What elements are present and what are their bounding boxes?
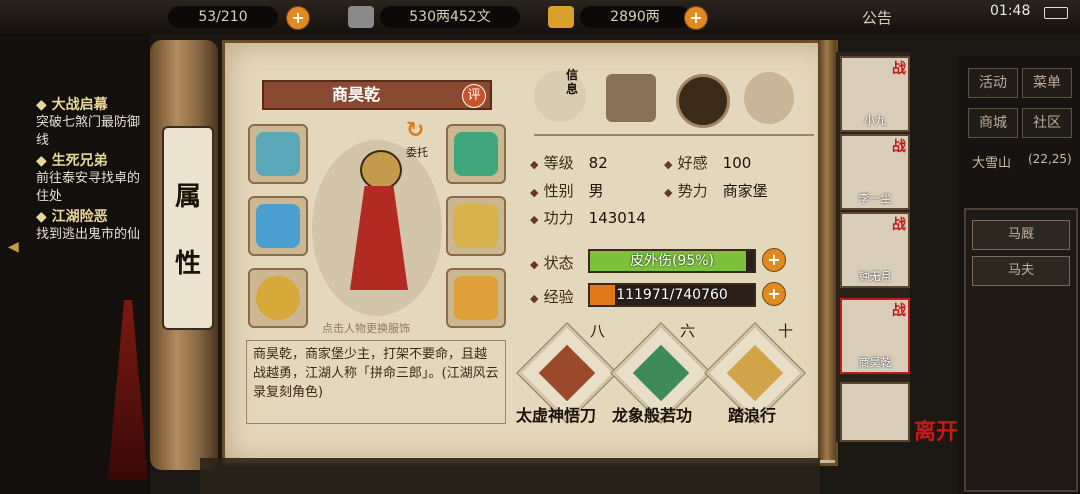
roster-member[interactable]	[840, 382, 910, 442]
diamond-icon: ◆	[530, 186, 539, 199]
skill-name: 龙象般若功	[612, 406, 693, 425]
change-outfit-hint: 点击人物更换服饰	[322, 322, 410, 335]
stat-power: ◆ 功力 143014	[530, 209, 646, 227]
silver-icon	[348, 6, 374, 28]
menu-community-button[interactable]: 社区	[1022, 108, 1072, 138]
stat-level: ◆ 等级 82	[530, 154, 608, 172]
equip-slot-neck[interactable]	[446, 124, 506, 184]
name-banner: 商昊乾 评	[262, 80, 492, 110]
bio-text: 商昊乾，商家堡少主，打架不要命，且越战越勇，江湖人称「拼命三郎」。(江湖风云录复…	[253, 347, 499, 400]
party-roster: 战 小九 战 李一尘 战 钟无月 战 商昊乾	[836, 52, 910, 442]
blade-book-icon	[538, 344, 596, 402]
bagua-tab-icon[interactable]	[676, 74, 730, 128]
character-name: 商昊乾	[331, 85, 380, 104]
collapse-arrow-icon[interactable]: ◀	[8, 239, 19, 255]
diamond-icon: ◆	[36, 153, 52, 169]
tab-attributes[interactable]: 属 性	[162, 126, 214, 330]
skill-level: 八	[590, 322, 606, 340]
stat-favor: ◆ 好感 100	[664, 154, 752, 172]
diamond-icon: ◆	[664, 158, 673, 171]
diamond-icon: ◆	[530, 158, 539, 171]
top-bar: 53/210 + 530两452文 2890两 + 公告 01:48	[0, 0, 1080, 34]
money-display: 530两452文	[380, 6, 520, 28]
scarf-icon	[454, 132, 498, 176]
status-plus-button[interactable]: +	[762, 248, 786, 272]
location-name: 大雪山	[972, 156, 1012, 171]
leave-button[interactable]: 离开	[914, 414, 958, 446]
diamond-icon: ◆	[36, 209, 52, 225]
entrust-icon[interactable]: ↻	[406, 118, 424, 143]
bag-plus-button[interactable]: +	[286, 6, 310, 30]
skill-level: 十	[778, 322, 794, 340]
stat-gender: ◆ 性别 男	[530, 182, 604, 200]
armor-icon	[632, 344, 690, 402]
meridian-tab-icon[interactable]	[744, 72, 794, 124]
ring-icon	[256, 276, 300, 320]
quest-item[interactable]: ◆ 江湖险恶 找到逃出鬼市的仙	[36, 206, 148, 244]
tab-info-label: 信息	[566, 68, 579, 96]
diamond-icon: ◆	[36, 97, 52, 113]
roster-member[interactable]: 战 李一尘	[840, 134, 910, 210]
stat-faction: ◆ 势力 商家堡	[664, 182, 768, 200]
diamond-icon: ◆	[664, 186, 673, 199]
gold-icon	[548, 6, 574, 28]
menu-main-button[interactable]: 菜单	[1022, 68, 1072, 98]
scroll-book-icon	[726, 344, 784, 402]
skill-name: 踏浪行	[728, 406, 777, 425]
quest-item[interactable]: ◆ 生死兄弟 前往泰安寻找卓的住处	[36, 150, 148, 206]
rate-badge-button[interactable]: 评	[462, 84, 486, 108]
list-item[interactable]: 马厩	[972, 220, 1070, 250]
menu-shop-button[interactable]: 商城	[968, 108, 1018, 138]
diamond-icon: ◆	[530, 213, 539, 226]
equip-slot-weapon[interactable]	[248, 196, 308, 256]
status-bar: 皮外伤(95%)	[588, 249, 756, 273]
gold-plus-button[interactable]: +	[684, 6, 708, 30]
diamond-icon: ◆	[530, 292, 539, 305]
equip-slot-armor[interactable]	[446, 196, 506, 256]
character-head	[360, 150, 402, 190]
skill-level: 六	[680, 322, 696, 340]
npc-list: 马厩 马夫	[964, 208, 1078, 492]
battery-icon	[1044, 7, 1068, 19]
roster-member[interactable]: 战 小九	[840, 56, 910, 132]
bio-box: 商昊乾，商家堡少主，打架不要命，且越战越勇，江湖人称「拼命三郎」。(江湖风云录复…	[246, 340, 506, 424]
equip-slot-accessory[interactable]	[248, 124, 308, 184]
exp-label: ◆ 经验	[530, 288, 574, 306]
entrust-label: 委托	[406, 146, 428, 159]
scroll-rod-right	[818, 40, 836, 460]
gold-display: 2890两	[580, 6, 690, 28]
divider	[534, 134, 814, 136]
list-item[interactable]: 马夫	[972, 256, 1070, 286]
notice-button[interactable]: 公告	[862, 7, 892, 28]
exp-plus-button[interactable]: +	[762, 282, 786, 306]
quest-item[interactable]: ◆ 大战启幕 突破七煞门最防御线	[36, 94, 148, 150]
clock: 01:48	[990, 3, 1031, 19]
exp-bar: 111971/740760	[588, 283, 756, 307]
equip-slot-belt[interactable]	[446, 268, 506, 328]
roster-member-selected[interactable]: 战 商昊乾	[840, 298, 910, 374]
bag-counter: 53/210	[168, 6, 278, 28]
menu-activity-button[interactable]: 活动	[968, 68, 1018, 98]
diamond-icon: ◆	[530, 258, 539, 271]
sword-icon	[256, 204, 300, 248]
belt-icon	[454, 276, 498, 320]
location-coords: (22,25)	[1028, 152, 1072, 166]
robe-icon	[454, 204, 498, 248]
binoculars-icon	[256, 132, 300, 176]
status-label: ◆ 状态	[530, 254, 574, 272]
map-tab-icon[interactable]	[606, 74, 656, 122]
equip-slot-ring[interactable]	[248, 268, 308, 328]
bottom-nav	[200, 458, 820, 494]
side-menu: 活动 菜单 商城 社区 大雪山 (22,25) 马厩 马夫	[958, 56, 1080, 494]
roster-member[interactable]: 战 钟无月	[840, 212, 910, 288]
skill-name: 太虚神悟刀	[516, 406, 597, 425]
